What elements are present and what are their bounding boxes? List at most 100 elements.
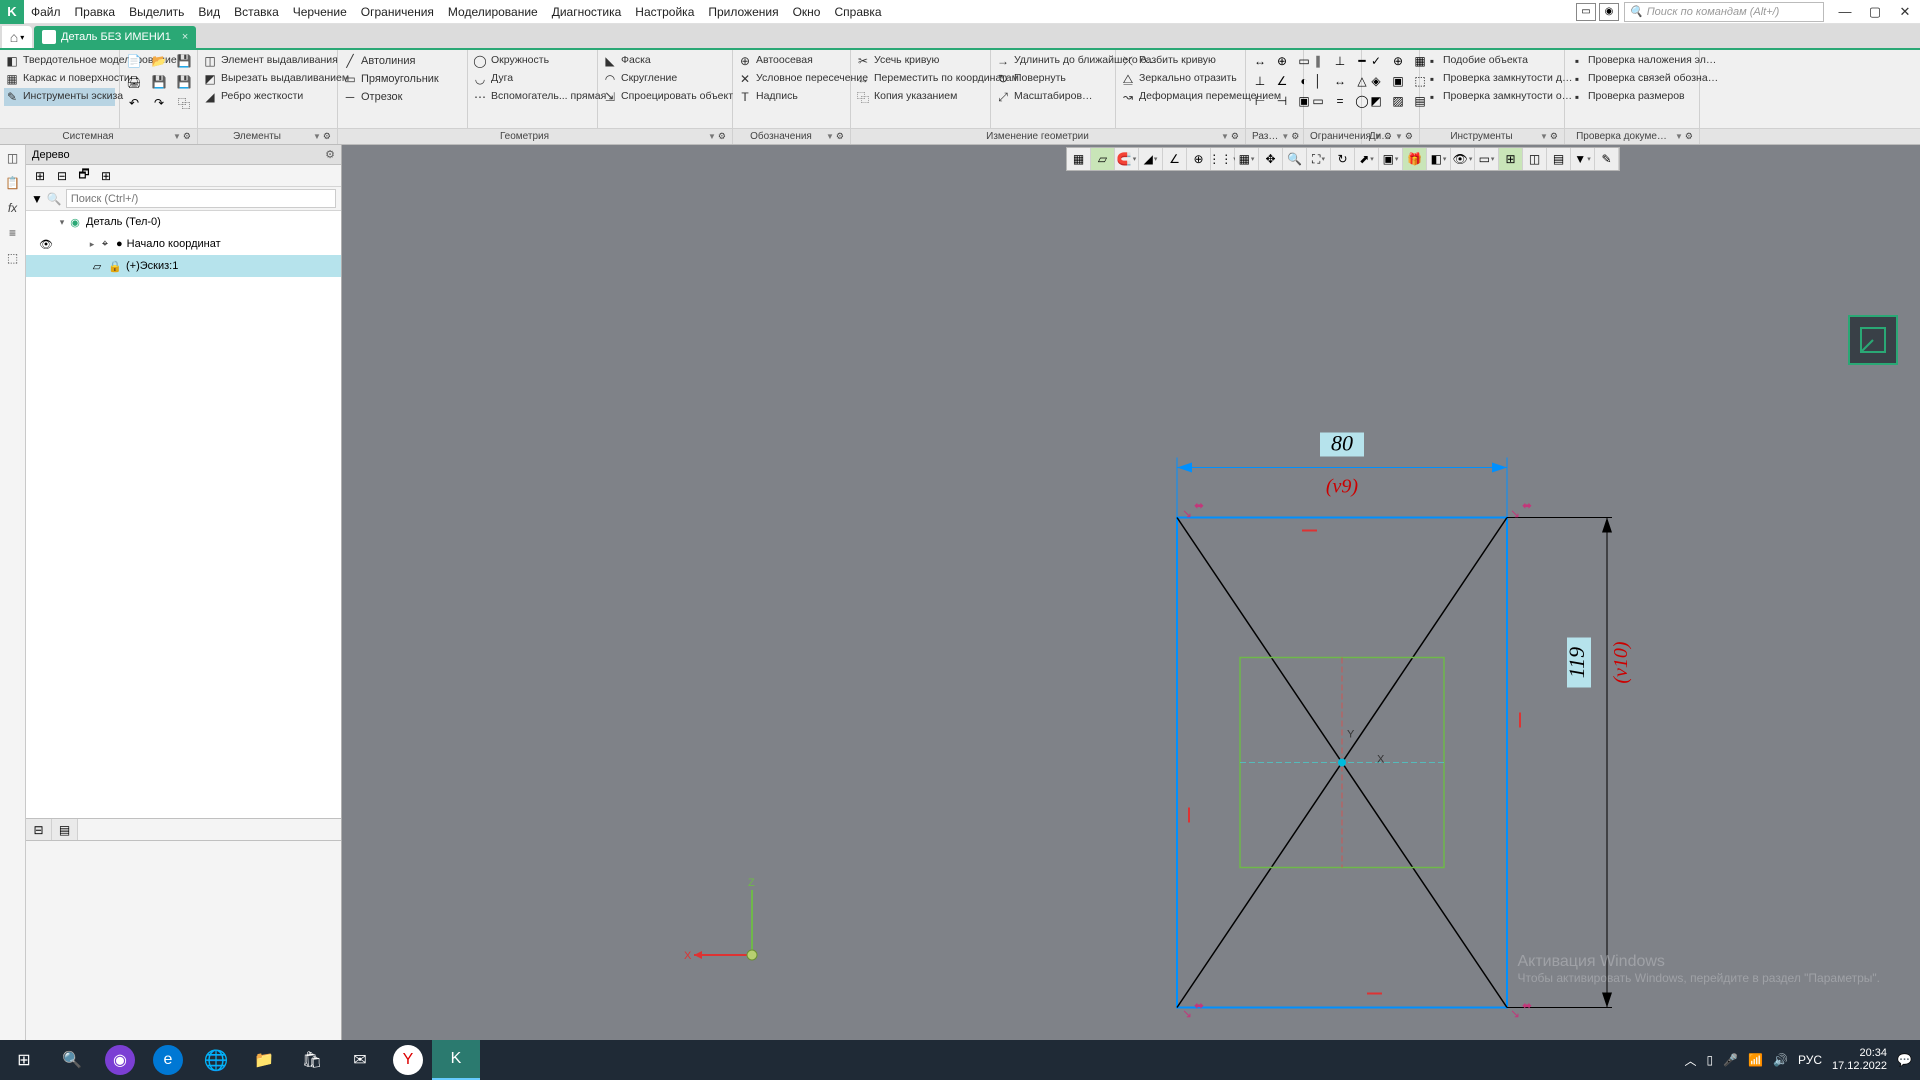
tb-chrome[interactable]: 🌐 (192, 1040, 240, 1080)
tree-grid-icon[interactable]: ⊞ (97, 167, 115, 185)
tray-wifi-icon[interactable]: 📶 (1748, 1053, 1763, 1067)
menu-Диагностика[interactable]: Диагностика (545, 0, 629, 24)
cmd-Дуга[interactable]: ◡Дуга (472, 70, 593, 88)
cmd-Подобие объе[interactable]: ▪Подобие объекта (1424, 52, 1560, 70)
cmd-Проверка раз[interactable]: ▪Проверка размеров (1569, 88, 1695, 106)
cmd-Твердотельно[interactable]: ◧Твердотельное моделирование (4, 52, 115, 70)
cmd-Условное пер[interactable]: ✕Условное пересечение (737, 70, 846, 88)
ribbon-section-1[interactable]: Элементы▼⚙ (198, 129, 338, 144)
cmd-Деформация п[interactable]: ↝Деформация перемещением (1120, 88, 1241, 106)
ribbon-section-4[interactable]: Изменение геометрии▼⚙ (851, 129, 1246, 144)
tb-mail[interactable]: ✉ (336, 1040, 384, 1080)
layout-icon[interactable]: ▭ (1576, 3, 1596, 21)
cmd-Переместить[interactable]: ↔Переместить по координатам (855, 70, 986, 88)
gear-icon[interactable]: ⚙ (325, 148, 335, 161)
menu-Файл[interactable]: Файл (24, 0, 68, 24)
cmd-Проверка зам[interactable]: ▪Проверка замкнутости д… (1424, 70, 1560, 88)
tray-mic-icon[interactable]: 🎤 (1723, 1053, 1738, 1067)
cmd-Спроецироват[interactable]: ⇲Спроецировать объект (602, 88, 728, 106)
rail-list-icon[interactable]: ≡ (3, 223, 23, 243)
menu-Настройка[interactable]: Настройка (628, 0, 701, 24)
cmd-Проверка нал[interactable]: ▪Проверка наложения эл… (1569, 52, 1695, 70)
cmd-Надпись[interactable]: TНадпись (737, 88, 846, 106)
cmd-Прямоугольни[interactable]: ▭Прямоугольник (342, 70, 463, 88)
tab-props-icon[interactable]: ▤ (52, 819, 78, 840)
camera-icon[interactable]: ◉ (1599, 3, 1619, 21)
save-icon[interactable]: 💾 (174, 52, 194, 70)
cmd-Повернуть[interactable]: ↻Повернуть (995, 70, 1111, 88)
cmd-Проверка свя[interactable]: ▪Проверка связей обозна… (1569, 70, 1695, 88)
cmd-Зеркально от[interactable]: ⧋Зеркально отразить (1120, 70, 1241, 88)
save-as-icon[interactable]: 💾 (149, 73, 169, 91)
cmd-Вырезать выд[interactable]: ◩Вырезать выдавливанием (202, 70, 333, 88)
open-icon[interactable]: 📂 (149, 52, 169, 70)
menu-Вид[interactable]: Вид (191, 0, 227, 24)
home-tab[interactable]: ▾ (2, 26, 32, 48)
tray-clock[interactable]: 20:3417.12.2022 (1832, 1047, 1887, 1072)
cmd-Удлинить до[interactable]: →Удлинить до ближайшего о… (995, 52, 1111, 70)
ribbon-section-3[interactable]: Обозначения▼⚙ (733, 129, 851, 144)
print-icon[interactable]: 🖨 (124, 73, 144, 91)
cmd-Отрезок[interactable]: ─Отрезок (342, 88, 463, 106)
cmd-Элемент выда[interactable]: ◫Элемент выдавливания (202, 52, 333, 70)
dim-icon[interactable]: ↔ (1250, 52, 1270, 70)
tray-battery-icon[interactable]: ▯ (1706, 1053, 1713, 1067)
tb-edge[interactable]: e (153, 1045, 183, 1075)
tab-close-icon[interactable]: × (182, 31, 188, 43)
ribbon-section-0[interactable]: Системная▼⚙ (0, 129, 198, 144)
menu-Выделить[interactable]: Выделить (122, 0, 191, 24)
tb-yandex[interactable]: Y (393, 1045, 423, 1075)
cmd-Фаска[interactable]: ◣Фаска (602, 52, 728, 70)
menu-Правка[interactable]: Правка (68, 0, 123, 24)
menu-Моделирование[interactable]: Моделирование (441, 0, 545, 24)
rail-layers-icon[interactable]: ⬚ (3, 248, 23, 268)
tree-origin[interactable]: 👁 ▸ ⌖ ● Начало координат (26, 233, 341, 255)
tb-store[interactable]: 🛍 (288, 1040, 336, 1080)
menu-Окно[interactable]: Окно (786, 0, 828, 24)
cmd-Окружность[interactable]: ◯Окружность (472, 52, 593, 70)
copy-icon[interactable]: ⿻ (174, 94, 194, 112)
tab-tree-icon[interactable]: ⊟ (26, 819, 52, 840)
maximize-button[interactable]: ▢ (1860, 0, 1890, 24)
tree-filter-icon[interactable]: 🗗 (75, 167, 93, 185)
cmd-Инструменты[interactable]: ✎Инструменты эскиза (4, 88, 115, 106)
cmd-Автолиния[interactable]: ╱Автолиния (342, 52, 463, 70)
cmd-Разбить крив[interactable]: ⤫Разбить кривую (1120, 52, 1241, 70)
menu-Черчение[interactable]: Черчение (286, 0, 354, 24)
tb-app1[interactable]: ◉ (105, 1045, 135, 1075)
tb-explorer[interactable]: 📁 (240, 1040, 288, 1080)
rail-tree-icon[interactable]: ◫ (3, 148, 23, 168)
export-icon[interactable]: 💾 (174, 73, 194, 91)
tree-collapse-icon[interactable]: ⊟ (53, 167, 71, 185)
tray-notifications-icon[interactable]: 💬 (1897, 1053, 1912, 1067)
visibility-icon[interactable]: 👁 (36, 238, 56, 251)
undo-icon[interactable]: ↶ (124, 94, 144, 112)
tree-sketch[interactable]: ▱ 🔒 (+)Эскиз:1 (26, 255, 341, 277)
ribbon-section-8[interactable]: Инструменты▼⚙ (1420, 129, 1565, 144)
ribbon-section-2[interactable]: Геометрия▼⚙ (338, 129, 733, 144)
document-tab[interactable]: Деталь БЕЗ ИМЕНИ1 × (34, 26, 196, 48)
menu-Вставка[interactable]: Вставка (227, 0, 286, 24)
menu-Справка[interactable]: Справка (827, 0, 888, 24)
rail-vars-icon[interactable]: 📋 (3, 173, 23, 193)
start-button[interactable]: ⊞ (0, 1040, 48, 1080)
ribbon-section-7[interactable]: Ди…▼⚙ (1362, 129, 1420, 144)
tray-lang[interactable]: РУС (1798, 1053, 1822, 1067)
app-icon[interactable]: K (0, 0, 24, 24)
ribbon-section-5[interactable]: Раз…▼⚙ (1246, 129, 1304, 144)
cmd-Усечь кривую[interactable]: ✂Усечь кривую (855, 52, 986, 70)
cmd-Проверка зам[interactable]: ▪Проверка замкнутости о… (1424, 88, 1560, 106)
rail-fx-icon[interactable]: fx (3, 198, 23, 218)
cmd-Ребро жестко[interactable]: ◢Ребро жесткости (202, 88, 333, 106)
minimize-button[interactable]: — (1830, 0, 1860, 24)
new-icon[interactable]: 📄 (124, 52, 144, 70)
canvas[interactable]: ▦ ▱ 🧲 ◢ ∠ ⊕ ⋮⋮ ▦ ✥ 🔍 ⛶ ↻ ⬈ ▣ 🎁 ◧ 👁 ▭ ⊞ ◫… (342, 145, 1920, 1040)
menu-Приложения[interactable]: Приложения (701, 0, 785, 24)
tray-volume-icon[interactable]: 🔊 (1773, 1053, 1788, 1067)
cmd-Копия указан[interactable]: ⿻Копия указанием (855, 88, 986, 106)
cmd-Автоосевая[interactable]: ⊕Автоосевая (737, 52, 846, 70)
tb-kompas[interactable]: K (432, 1040, 480, 1080)
tree-expand-icon[interactable]: ⊞ (31, 167, 49, 185)
ribbon-section-9[interactable]: Проверка докуме…▼⚙ (1565, 129, 1700, 144)
close-button[interactable]: ✕ (1890, 0, 1920, 24)
